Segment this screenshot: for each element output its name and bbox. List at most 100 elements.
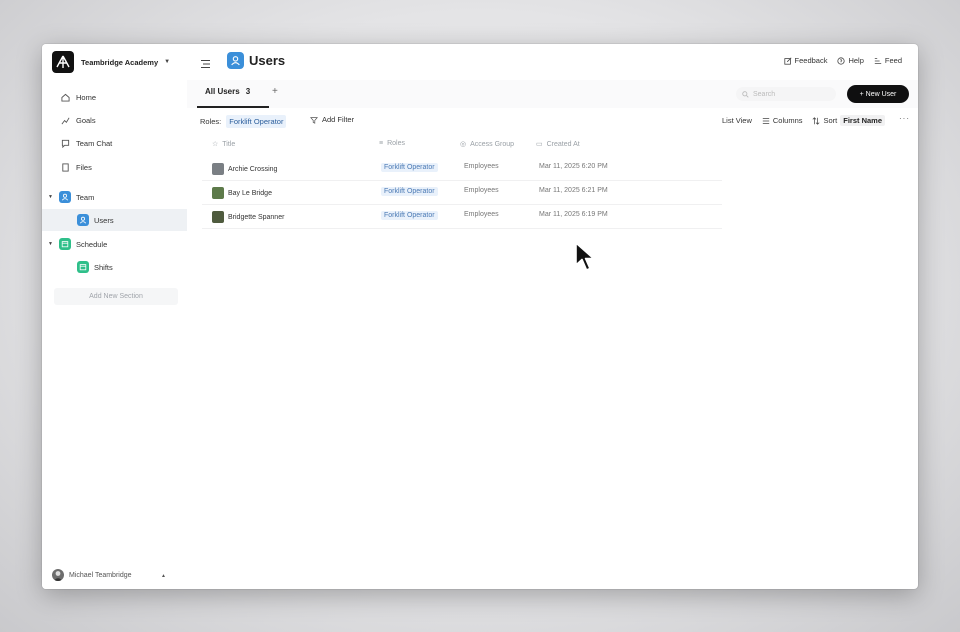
org-name: Teambridge Academy [81, 57, 159, 67]
tab-count: 3 [245, 87, 251, 96]
sidebar-section-team[interactable]: ▼ Team [42, 186, 187, 208]
edit-icon [783, 57, 791, 65]
sidebar-item-label: Users [94, 215, 114, 225]
new-user-button[interactable]: + New User [847, 85, 909, 103]
column-header-roles[interactable]: ≡ Roles [379, 140, 405, 147]
row-title: Bridgette Spanner [228, 213, 285, 221]
team-icon [59, 191, 71, 203]
mouse-cursor-icon [574, 241, 596, 278]
sidebar-section-label: Team [76, 192, 95, 202]
sort-icon [813, 116, 820, 125]
caret-down-icon: ▼ [48, 241, 53, 247]
org-switcher[interactable]: Teambridge Academy ▼ [52, 50, 170, 74]
group-icon: ◎ [460, 141, 467, 148]
filter-icon [310, 116, 318, 124]
columns-label: Columns [772, 116, 803, 125]
roles-filter[interactable]: Roles: Forklift Operator [200, 115, 287, 128]
row-title: Bay Le Bridge [228, 189, 272, 197]
help-icon [837, 56, 846, 65]
column-label: Access Group [470, 140, 515, 148]
sort-value[interactable]: First Name [840, 115, 886, 126]
sort-label: Sort [823, 116, 838, 125]
table-row[interactable]: Bay Le Bridge Forklift Operator Employee… [202, 181, 722, 203]
sidebar-section-label: Schedule [76, 239, 108, 249]
feed-label: Feed [884, 56, 902, 65]
role-chip: Forklift Operator [381, 187, 438, 196]
feed-link[interactable]: Feed [874, 56, 902, 65]
sidebar-item-shifts[interactable]: Shifts [42, 256, 187, 278]
goals-icon [60, 115, 70, 125]
roles-filter-chip[interactable]: Forklift Operator [226, 115, 287, 128]
row-access: Employees [464, 187, 499, 194]
calendar-icon: ▭ [536, 141, 543, 148]
column-header-title[interactable]: ☆ Title [212, 140, 236, 149]
row-created: Mar 11, 2025 6:20 PM [539, 163, 608, 170]
search-input[interactable]: Search [736, 87, 836, 101]
page-title: Users [249, 53, 286, 68]
sidebar-item-goals[interactable]: Goals [42, 109, 187, 131]
feed-icon [874, 57, 882, 64]
caret-up-icon[interactable]: ▲ [161, 573, 166, 579]
file-icon [60, 162, 70, 172]
shifts-icon [77, 261, 89, 273]
feedback-label: Feedback [794, 56, 828, 65]
view-controls: List View Columns Sort First Name [722, 115, 886, 126]
header-links: Feedback Help Feed [783, 56, 902, 65]
home-icon [60, 92, 70, 102]
row-title: Archie Crossing [228, 165, 278, 173]
sidebar-item-home[interactable]: Home [42, 86, 187, 108]
avatar [212, 163, 224, 175]
role-chip: Forklift Operator [381, 211, 438, 220]
table-row[interactable]: Bridgette Spanner Forklift Operator Empl… [202, 205, 722, 227]
avatar [52, 569, 64, 581]
tab-all-users[interactable]: All Users 3 [205, 87, 250, 96]
avatar [212, 187, 224, 199]
add-filter-button[interactable]: Add Filter [310, 115, 354, 124]
column-header-created-at[interactable]: ▭ Created At [536, 140, 580, 149]
sidebar-item-label: Goals [76, 115, 96, 125]
row-access: Employees [464, 211, 499, 218]
schedule-icon [59, 238, 71, 250]
tab-label: All Users [205, 87, 240, 96]
row-created: Mar 11, 2025 6:19 PM [539, 211, 608, 218]
columns-button[interactable]: Columns [762, 116, 803, 125]
list-view-button[interactable]: List View [722, 116, 752, 125]
user-menu[interactable]: Michael Teambridge [52, 569, 132, 581]
column-label: Title [222, 140, 236, 148]
sidebar-item-label: Files [76, 162, 92, 172]
add-section-button[interactable]: Add New Section [54, 288, 178, 305]
row-created: Mar 11, 2025 6:21 PM [539, 187, 608, 194]
caret-down-icon: ▼ [164, 59, 171, 65]
users-icon [227, 52, 244, 69]
app-window: Teambridge Academy ▼ Home Goals Team Cha… [42, 44, 918, 589]
users-icon [77, 214, 89, 226]
chat-icon [60, 138, 70, 148]
role-chip: Forklift Operator [381, 163, 438, 172]
caret-down-icon: ▼ [48, 194, 53, 200]
feedback-link[interactable]: Feedback [783, 56, 828, 65]
sidebar-section-schedule[interactable]: ▼ Schedule [42, 233, 187, 255]
help-label: Help [848, 56, 864, 65]
sidebar-toggle-icon[interactable] [200, 56, 211, 74]
sidebar-item-label: Team Chat [76, 138, 113, 148]
sidebar-item-team-chat[interactable]: Team Chat [42, 132, 187, 154]
sidebar: Teambridge Academy ▼ Home Goals Team Cha… [42, 44, 187, 589]
table-row[interactable]: Archie Crossing Forklift Operator Employ… [202, 157, 722, 179]
sidebar-item-label: Home [76, 92, 97, 102]
sidebar-item-files[interactable]: Files [42, 156, 187, 178]
sidebar-item-users[interactable]: Users [42, 209, 187, 231]
column-label: Roles [387, 140, 405, 147]
row-divider [202, 228, 722, 229]
add-view-icon[interactable]: + [272, 86, 278, 97]
column-header-access-group[interactable]: ◎ Access Group [460, 140, 515, 149]
sort-button[interactable]: Sort First Name [812, 115, 886, 126]
add-filter-label: Add Filter [322, 115, 355, 124]
columns-icon [762, 117, 770, 124]
star-icon: ☆ [212, 141, 219, 148]
row-access: Employees [464, 163, 499, 170]
help-link[interactable]: Help [837, 56, 864, 65]
tag-icon: ≡ [379, 140, 384, 147]
more-options-icon[interactable]: ··· [899, 114, 910, 123]
user-name: Michael Teambridge [69, 571, 132, 579]
search-placeholder: Search [753, 90, 776, 98]
